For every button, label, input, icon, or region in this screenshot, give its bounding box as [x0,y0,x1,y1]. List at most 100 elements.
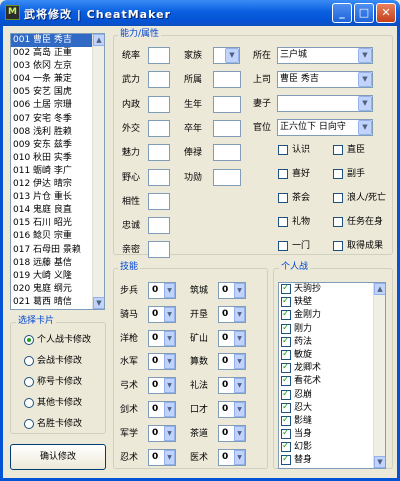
flag-label[interactable]: 一门 [292,240,310,252]
card-option-radio[interactable] [24,377,34,387]
personal-battle-list[interactable]: 天驹抄轶壁金刚力刚力药法敏旋龙卿术看花术忍崩忍大影缝当身幻影替身慧眼 ▲ ▼ [278,282,386,469]
stat-input[interactable] [148,119,170,137]
personal-battle-item[interactable]: 慧眼 [279,467,385,468]
flag-checkbox[interactable] [333,193,343,203]
officer-list-item[interactable]: 003 依冈 左京 [11,60,104,73]
officer-list-item[interactable]: 005 安艺 国虎 [11,86,104,99]
lord-combo[interactable]: 曹臣 秀吉 ▼ [277,71,373,88]
skill-select[interactable]: 0 ▼ [148,448,176,466]
officer-list-item[interactable]: 004 一条 兼定 [11,73,104,86]
stat-input[interactable] [148,241,170,259]
stat-input[interactable] [148,47,170,64]
officer-list-item[interactable]: 002 高岛 正重 [11,47,104,60]
info-input[interactable] [213,168,241,186]
officer-list-item[interactable]: 012 伊达 晴宗 [11,178,104,191]
personal-battle-scrollbar[interactable]: ▲ ▼ [373,283,385,468]
pb-checkbox[interactable] [281,453,291,466]
officer-list-item[interactable]: 016 鲶贝 宗重 [11,230,104,243]
skill-select[interactable]: 0 ▼ [218,305,246,323]
dropdown-arrow-icon[interactable]: ▼ [225,48,239,63]
personal-battle-item[interactable]: 影缝 [279,414,385,428]
dropdown-arrow-icon[interactable]: ▼ [164,306,175,322]
flag-label[interactable]: 任务在身 [347,216,383,228]
dropdown-arrow-icon[interactable]: ▼ [164,449,175,465]
flag-label[interactable]: 认识 [292,144,310,156]
flag-label[interactable]: 浪人/死亡 [347,192,386,204]
skill-select[interactable]: 0 ▼ [148,305,176,323]
pb-checkbox[interactable] [281,401,291,414]
dropdown-arrow-icon[interactable]: ▼ [358,120,372,135]
personal-battle-item[interactable]: 刚力 [279,322,385,336]
officer-list-item[interactable]: 020 鬼庭 纲元 [11,283,104,296]
info-input[interactable] [213,144,241,162]
dropdown-arrow-icon[interactable]: ▼ [358,96,372,111]
card-option-label[interactable]: 个人战卡修改 [37,334,91,346]
flag-checkbox[interactable] [333,169,343,179]
flag-checkbox[interactable] [278,145,288,155]
dropdown-arrow-icon[interactable]: ▼ [164,330,175,346]
officer-list-item[interactable]: 006 土居 宗珊 [11,99,104,112]
dropdown-arrow-icon[interactable]: ▼ [234,330,245,346]
officer-list-item[interactable]: 021 葛西 晴信 [11,296,104,309]
info-input[interactable] [213,71,241,89]
stat-input[interactable] [148,144,170,162]
stat-input[interactable] [148,217,170,235]
pb-checkbox[interactable] [281,388,291,401]
personal-battle-item[interactable]: 敏旋 [279,348,385,362]
dropdown-arrow-icon[interactable]: ▼ [358,72,372,87]
flag-checkbox[interactable] [333,241,343,251]
dropdown-arrow-icon[interactable]: ▼ [164,402,175,417]
dropdown-arrow-icon[interactable]: ▼ [234,354,245,370]
officer-list-item[interactable]: 001 曹臣 秀吉 [11,34,104,48]
dropdown-arrow-icon[interactable]: ▼ [234,306,245,322]
pb-checkbox[interactable] [281,414,291,427]
scroll-up-arrow-icon[interactable]: ▲ [374,283,385,295]
rank-combo[interactable]: 正六位下 日向守 ▼ [277,119,373,136]
officer-list-item[interactable]: 015 石川 昭光 [11,217,104,230]
officer-list-item[interactable]: 017 石母田 景赖 [11,244,104,257]
skill-select[interactable]: 0 ▼ [148,282,176,299]
flag-checkbox[interactable] [278,193,288,203]
officer-list-item[interactable]: 008 浅利 胜赖 [11,126,104,139]
skill-select[interactable]: 0 ▼ [148,401,176,418]
officer-list[interactable]: 001 曹臣 秀吉 002 高岛 正重 003 依冈 左京 004 一条 兼定 005 … [10,33,105,310]
flag-label[interactable]: 礼物 [292,216,310,228]
card-option-radio[interactable] [24,356,34,366]
scroll-down-arrow-icon[interactable]: ▼ [374,456,385,468]
card-option-label[interactable]: 会战卡修改 [37,355,82,367]
card-option-radio[interactable] [24,335,34,345]
scroll-up-arrow-icon[interactable]: ▲ [93,34,104,46]
skill-select[interactable]: 0 ▼ [148,377,176,395]
pb-checkbox[interactable] [281,283,291,295]
skill-select[interactable]: 0 ▼ [148,353,176,371]
flag-label[interactable]: 喜好 [292,168,310,180]
dropdown-arrow-icon[interactable]: ▼ [234,402,245,417]
confirm-button[interactable]: 确认修改 [10,444,106,470]
flag-checkbox[interactable] [333,145,343,155]
personal-battle-item[interactable]: 天驹抄 [279,283,385,296]
skill-select[interactable]: 0 ▼ [218,353,246,371]
pb-checkbox[interactable] [281,308,291,321]
personal-battle-item[interactable]: 当身 [279,427,385,441]
flag-checkbox[interactable] [278,217,288,227]
skill-select[interactable]: 0 ▼ [218,448,246,466]
skill-select[interactable]: 0 ▼ [218,424,246,442]
location-combo[interactable]: 三户城 ▼ [277,47,373,64]
pb-checkbox[interactable] [281,427,291,440]
personal-battle-item[interactable]: 金刚力 [279,308,385,322]
pb-checkbox[interactable] [281,322,291,335]
stat-input[interactable] [148,95,170,113]
dropdown-arrow-icon[interactable]: ▼ [234,283,245,298]
personal-battle-item[interactable]: 药法 [279,335,385,349]
officer-list-item[interactable]: 010 秋田 实季 [11,152,104,165]
dropdown-arrow-icon[interactable]: ▼ [234,425,245,441]
pb-checkbox[interactable] [281,295,291,308]
officer-list-scrollbar[interactable]: ▲ ▼ [92,34,104,309]
info-input[interactable] [213,95,241,113]
officer-list-item[interactable]: 009 安东 兹季 [11,139,104,152]
pb-checkbox[interactable] [281,348,291,361]
close-button[interactable]: ✕ [376,3,396,23]
personal-battle-item[interactable]: 幻影 [279,440,385,454]
personal-battle-item[interactable]: 轶壁 [279,295,385,309]
card-option-radio[interactable] [24,419,34,429]
